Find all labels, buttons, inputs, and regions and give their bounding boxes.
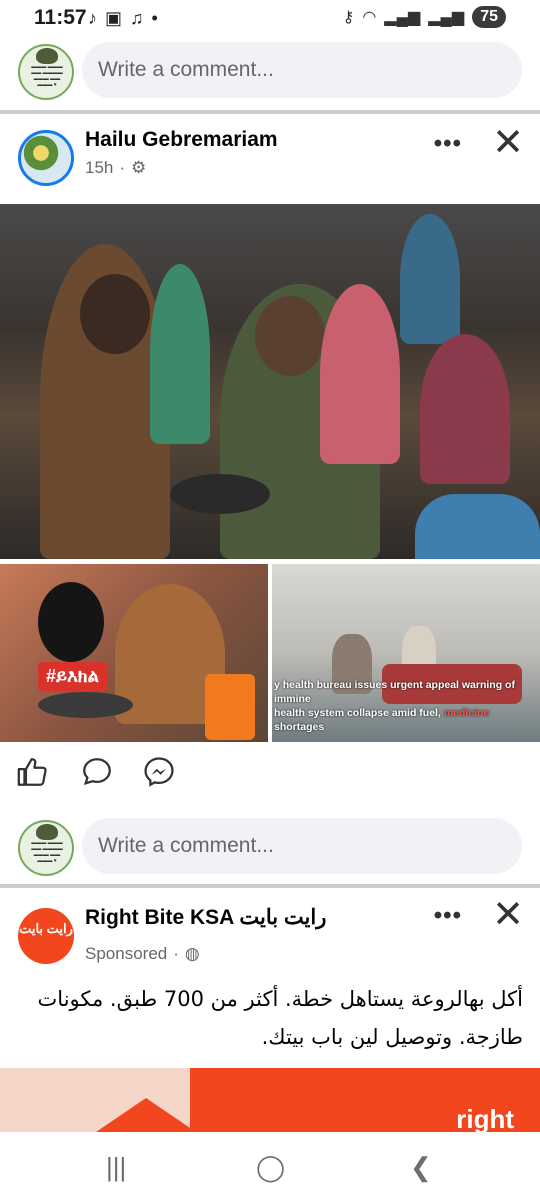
privacy-gear-icon: ⚙ xyxy=(131,158,147,177)
system-nav-bar: ||| ◯ ❮ xyxy=(0,1132,540,1200)
sponsor-avatar[interactable]: رايت بايت xyxy=(18,908,74,964)
divider xyxy=(0,110,540,114)
sponsor-name[interactable]: Right Bite KSA رايت بايت xyxy=(85,905,326,930)
key-icon: ⚷ xyxy=(342,9,355,26)
signal-icon: ▂▄▆ xyxy=(384,9,421,26)
wifi-icon: ◠ xyxy=(362,9,377,26)
ad-body-text: أكل بهالروعة يستاهل خطة. أكثر من 700 طبق… xyxy=(37,987,523,1049)
status-time: 11:57 xyxy=(34,6,87,29)
like-icon[interactable] xyxy=(16,755,50,789)
recent-apps-icon[interactable]: ||| xyxy=(106,1152,126,1183)
close-icon-2[interactable]: ✕ xyxy=(492,892,524,937)
post-photo-main[interactable] xyxy=(0,204,540,559)
dot-icon: • xyxy=(151,8,158,28)
post-photo-right[interactable]: y health bureau issues urgent appeal war… xyxy=(272,564,540,742)
home-icon[interactable]: ◯ xyxy=(256,1152,285,1183)
globe-icon: ◍ xyxy=(184,944,200,963)
battery-indicator: 75 xyxy=(472,6,506,28)
more-options-icon-2[interactable]: ••• xyxy=(434,902,462,930)
comment-composer-bottom: ▬▬▬ ▬▬▬ ▬▬ ▬▬▬▬ ▬▬▬ ▬▬ ▬▬▬ ♥ Write a commen… xyxy=(0,812,540,890)
user-avatar[interactable]: ▬▬▬ ▬▬▬ ▬▬ ▬▬▬▬ ▬▬▬ ▬▬ ▬▬▬ ♥ xyxy=(18,44,74,100)
status-bar: 11:57 ♪ ▣ ♫ • ⚷ ◠ ▂▄▆ ▂▄▆ 75 xyxy=(0,0,540,36)
close-icon[interactable]: ✕ xyxy=(492,120,524,165)
back-icon[interactable]: ❮ xyxy=(410,1152,432,1183)
messenger-share-icon[interactable] xyxy=(142,755,176,789)
author-name[interactable]: Hailu Gebremariam xyxy=(85,128,278,152)
comment-icon[interactable] xyxy=(80,755,114,789)
post-photo-left[interactable]: #ይእክል xyxy=(0,564,268,742)
comment-input-2[interactable]: Write a comment... xyxy=(82,818,522,874)
author-avatar[interactable] xyxy=(18,130,74,186)
hand-logo-icon xyxy=(38,582,104,662)
sponsored-label: Sponsored xyxy=(85,944,168,963)
tiktok-icon: ♪ xyxy=(88,8,97,28)
news-caption: y health bureau issues urgent appeal war… xyxy=(274,679,515,733)
comment-input[interactable]: Write a comment... xyxy=(82,42,522,98)
post-header: Hailu Gebremariam 15h · ⚙ ••• ✕ xyxy=(0,116,540,196)
post-actions xyxy=(0,755,540,795)
user-avatar-2[interactable]: ▬▬▬ ▬▬▬ ▬▬ ▬▬▬▬ ▬▬▬ ▬▬ ▬▬▬ ♥ xyxy=(18,820,74,876)
signal-icon-2: ▂▄▆ xyxy=(428,9,465,26)
ad-brand-logo: right xyxy=(456,1104,514,1132)
comment-composer-top: ▬▬▬ ▬▬▬ ▬▬ ▬▬▬▬ ▬▬▬ ▬▬ ▬▬▬ ♥ Write a commen… xyxy=(0,36,540,114)
ad-banner[interactable]: right xyxy=(0,1068,540,1132)
more-options-icon[interactable]: ••• xyxy=(434,130,462,158)
screenshot-icon: ▣ xyxy=(105,8,123,28)
divider-2 xyxy=(0,884,540,888)
hashtag-label: #ይእክል xyxy=(38,662,107,691)
post-time[interactable]: 15h xyxy=(85,158,113,178)
tiktok-icon-2: ♫ xyxy=(130,8,144,28)
